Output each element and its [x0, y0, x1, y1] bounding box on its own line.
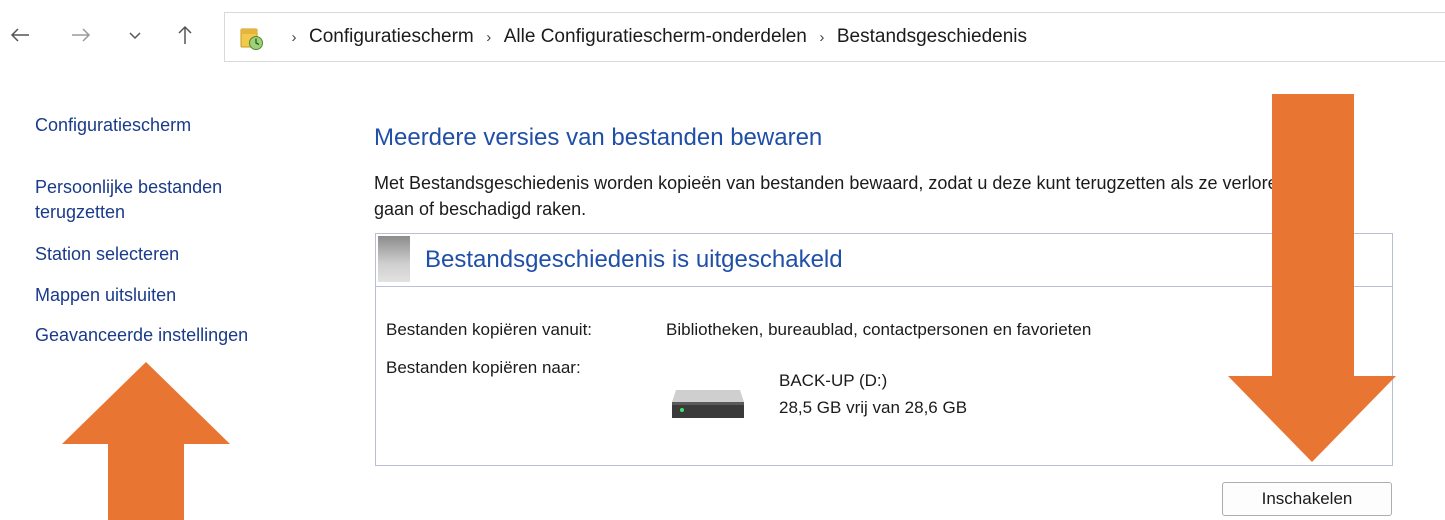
forward-button[interactable]	[66, 20, 96, 50]
address-bar[interactable]: › Configuratiescherm › Alle Configuratie…	[224, 12, 1445, 62]
navigation-bar: › Configuratiescherm › Alle Configuratie…	[0, 0, 1445, 70]
breadcrumb-separator: ›	[819, 28, 825, 46]
select-drive-link[interactable]: Station selecteren	[35, 242, 179, 267]
drive-icon	[672, 390, 744, 418]
copy-from-value: Bibliotheken, bureaublad, contactpersone…	[666, 320, 1092, 339]
drive-name: BACK-UP (D:)	[779, 371, 888, 390]
arrow-down-annotation	[1228, 94, 1396, 462]
up-button[interactable]	[170, 20, 200, 50]
drive-free-space: 28,5 GB vrij van 28,6 GB	[779, 398, 968, 417]
arrow-up-icon	[178, 25, 192, 44]
control-panel-home-link[interactable]: Configuratiescherm	[35, 115, 191, 136]
arrow-left-icon	[10, 28, 29, 42]
page-description: Met Bestandsgeschiedenis worden kopieën …	[374, 173, 1288, 219]
enable-button[interactable]: Inschakelen	[1222, 482, 1392, 516]
exclude-folders-link[interactable]: Mappen uitsluiten	[35, 283, 176, 308]
breadcrumb-file-history[interactable]: Bestandsgeschiedenis	[837, 26, 1027, 48]
breadcrumb: › Configuratiescherm › Alle Configuratie…	[279, 13, 1028, 61]
copy-from-label: Bestanden kopiëren vanuit:	[386, 320, 593, 339]
copy-to-label: Bestanden kopiëren naar:	[386, 358, 581, 377]
breadcrumb-separator: ›	[486, 28, 492, 46]
restore-personal-files-link[interactable]: Persoonlijke bestanden terugzetten	[35, 175, 265, 225]
status-text: Bestandsgeschiedenis is uitgeschakeld	[425, 246, 843, 273]
page-title: Meerdere versies van bestanden bewaren	[374, 124, 823, 151]
advanced-settings-link[interactable]: Geavanceerde instellingen	[35, 323, 248, 348]
recent-locations-button[interactable]	[120, 20, 150, 50]
back-button[interactable]	[5, 20, 35, 50]
breadcrumb-separator: ›	[291, 28, 297, 46]
chevron-down-icon	[129, 32, 141, 40]
breadcrumb-control-panel[interactable]: Configuratiescherm	[309, 26, 474, 48]
status-indicator	[378, 236, 410, 282]
control-panel-icon	[240, 28, 263, 50]
breadcrumb-all-items[interactable]: Alle Configuratiescherm-onderdelen	[504, 26, 807, 48]
arrow-right-icon	[72, 28, 91, 42]
arrow-up-annotation	[62, 362, 230, 520]
